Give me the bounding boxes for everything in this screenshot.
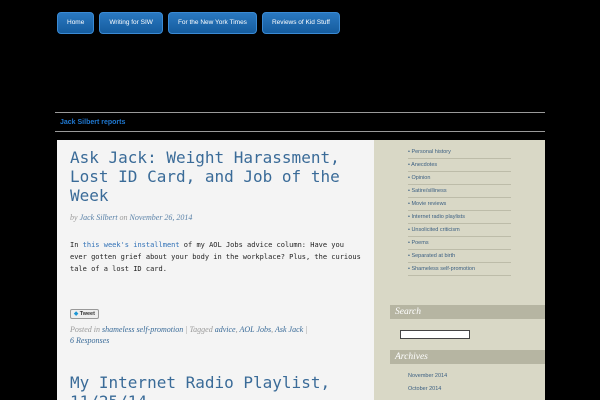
category-item[interactable]: • Separated at birth [408,250,511,263]
archive-item[interactable]: November 2014 [408,370,511,383]
nav-home[interactable]: Home [57,12,95,34]
excerpt-before: In [70,241,83,249]
nav-reviews-kid-stuff[interactable]: Reviews of Kid Stuff [261,12,340,34]
category-item[interactable]: • Personal history [408,146,511,159]
site-tagline: Jack Silbert reports [60,119,126,126]
category-item[interactable]: • Poems [408,237,511,250]
nav-new-york-times[interactable]: For the New York Times [167,12,257,34]
sidebar: • Personal history • Anecdotes • Opinion… [374,140,545,400]
installment-link[interactable]: this week's installment [83,241,180,249]
archive-list: November 2014 October 2014 [408,370,511,396]
category-item[interactable]: • Shameless self-promotion [408,263,511,276]
category-item[interactable]: • Unsolicited criticism [408,224,511,237]
tag-link[interactable]: Ask Jack [275,325,303,334]
bird-icon: ◆ [74,311,79,317]
category-item[interactable]: • Anecdotes [408,159,511,172]
tweet-label: Tweet [79,311,95,317]
category-item[interactable]: • Movie reviews [408,198,511,211]
nav-writing-for-siw[interactable]: Writing for SIW [99,12,163,34]
byline-by: by [70,213,78,222]
category-item[interactable]: • Satire/silliness [408,185,511,198]
category-item[interactable]: • Internet radio playlists [408,211,511,224]
responses-link[interactable]: 6 Responses [70,336,109,345]
post-excerpt: In this week's installment of my AOL Job… [70,239,362,275]
tagged-label: | Tagged [185,325,213,334]
tweet-button[interactable]: ◆ Tweet [70,309,99,319]
post-title[interactable]: My Internet Radio Playlist, 11/25/14 [70,373,362,400]
byline-on: on [119,213,128,222]
posted-in-label: Posted in [70,325,100,334]
header-divider-bottom [55,131,545,132]
search-heading: Search [390,305,545,319]
author-link[interactable]: Jack Silbert [80,213,118,222]
archive-item[interactable]: October 2014 [408,383,511,396]
post-byline: by Jack Silbert on November 26, 2014 [70,213,362,222]
header-divider-top [55,112,545,113]
tag-link[interactable]: advice [215,325,236,334]
archives-heading: Archives [390,350,545,364]
post-date: November 26, 2014 [129,213,193,222]
category-list: • Personal history • Anecdotes • Opinion… [408,146,511,276]
tag-link[interactable]: AOL Jobs [239,325,271,334]
top-nav: Home Writing for SIW For the New York Ti… [57,12,340,34]
main-content: Ask Jack: Weight Harassment, Lost ID Car… [57,140,374,400]
post-title[interactable]: Ask Jack: Weight Harassment, Lost ID Car… [70,148,362,205]
post-meta: Posted in shameless self-promotion | Tag… [70,325,308,345]
category-item[interactable]: • Opinion [408,172,511,185]
category-link[interactable]: shameless self-promotion [102,325,183,334]
search-input[interactable] [400,330,470,339]
